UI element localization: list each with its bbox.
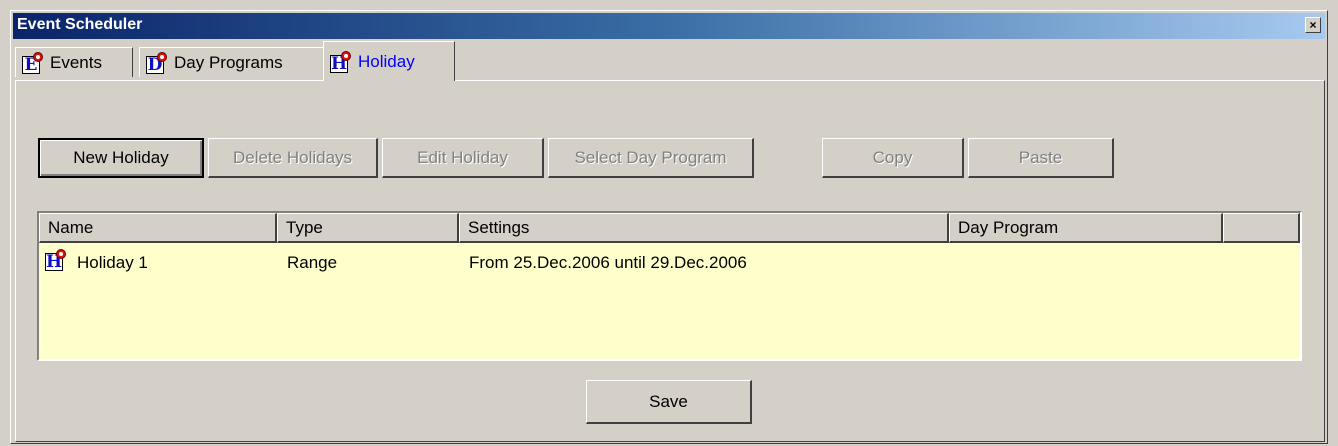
list-header: Name Type Settings Day Program [39, 213, 1300, 243]
tab-events-label: Events [50, 52, 102, 72]
tab-events[interactable]: E Events [15, 47, 133, 77]
save-button[interactable]: Save [586, 380, 752, 424]
edit-holiday-button[interactable]: Edit Holiday [382, 138, 544, 178]
column-header-type[interactable]: Type [277, 213, 459, 243]
column-header-settings[interactable]: Settings [459, 213, 949, 243]
column-header-day-program[interactable]: Day Program [949, 213, 1223, 243]
day-programs-icon: D [146, 51, 168, 74]
holiday-list[interactable]: Name Type Settings Day Program H Holiday… [37, 211, 1302, 361]
delete-holidays-button[interactable]: Delete Holidays [208, 138, 378, 178]
holiday-icon: H [330, 50, 352, 73]
paste-button[interactable]: Paste [968, 138, 1114, 178]
column-header-name[interactable]: Name [39, 213, 277, 243]
holiday-icon: H [45, 249, 69, 273]
copy-button[interactable]: Copy [822, 138, 964, 178]
tab-day-programs-label: Day Programs [174, 52, 283, 72]
new-holiday-button[interactable]: New Holiday [38, 138, 204, 178]
tab-day-programs[interactable]: D Day Programs [139, 47, 327, 77]
column-header-filler [1223, 213, 1300, 243]
close-button[interactable]: × [1305, 17, 1321, 33]
row-settings: From 25.Dec.2006 until 29.Dec.2006 [469, 253, 747, 272]
row-name: Holiday 1 [77, 253, 148, 272]
tab-holiday[interactable]: H Holiday [323, 41, 455, 81]
title-bar[interactable]: Event Scheduler × [13, 13, 1325, 39]
window-title: Event Scheduler [17, 16, 143, 33]
row-type: Range [287, 253, 338, 272]
select-day-program-button[interactable]: Select Day Program [548, 138, 754, 178]
events-icon: E [22, 51, 44, 74]
tab-holiday-label: Holiday [358, 51, 415, 71]
